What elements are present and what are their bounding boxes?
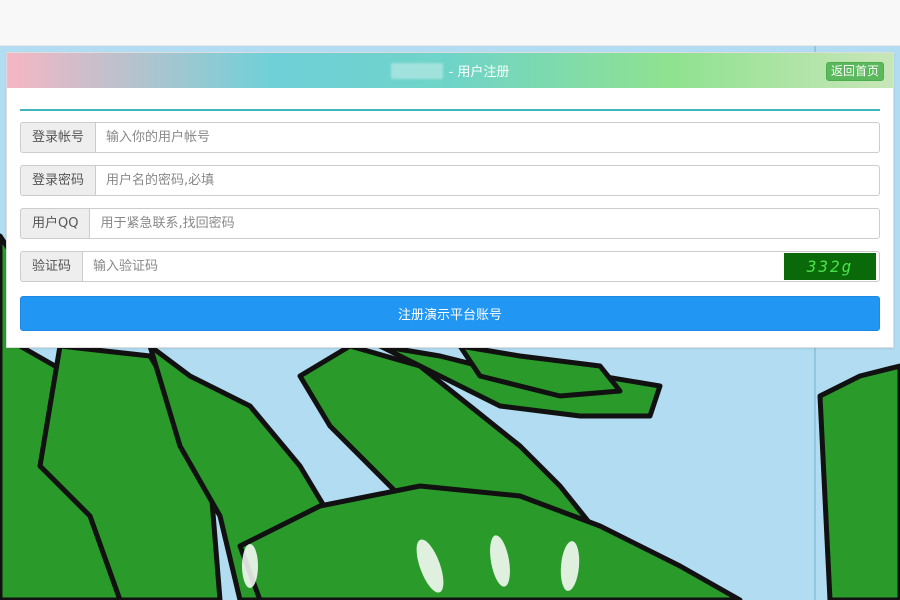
qq-label: 用户QQ [20,208,90,239]
panel-body: 登录帐号 登录密码 用户QQ 验证码 332g 注册演示平台账号 [7,109,893,331]
password-label: 登录密码 [20,165,96,196]
password-row: 登录密码 [20,165,880,196]
top-navbar [0,0,900,46]
account-row: 登录帐号 [20,122,880,153]
captcha-field-wrap: 332g [82,251,880,282]
site-name-blurred [390,62,443,79]
captcha-image[interactable]: 332g [784,253,876,280]
captcha-input[interactable] [83,252,784,281]
panel-header: - 用户注册 返回首页 [7,53,893,88]
account-label: 登录帐号 [20,122,96,153]
captcha-row: 验证码 332g [20,251,880,282]
page-title: - 用户注册 [448,65,510,80]
back-home-button[interactable]: 返回首页 [825,62,884,81]
qq-row: 用户QQ [20,208,880,239]
divider [20,109,880,111]
register-submit-button[interactable]: 注册演示平台账号 [20,296,880,331]
register-panel: - 用户注册 返回首页 登录帐号 登录密码 用户QQ 验证码 332g 注册演示… [6,52,894,348]
password-input[interactable] [95,165,880,196]
captcha-label: 验证码 [20,251,83,282]
qq-input[interactable] [89,208,880,239]
account-input[interactable] [95,122,880,153]
